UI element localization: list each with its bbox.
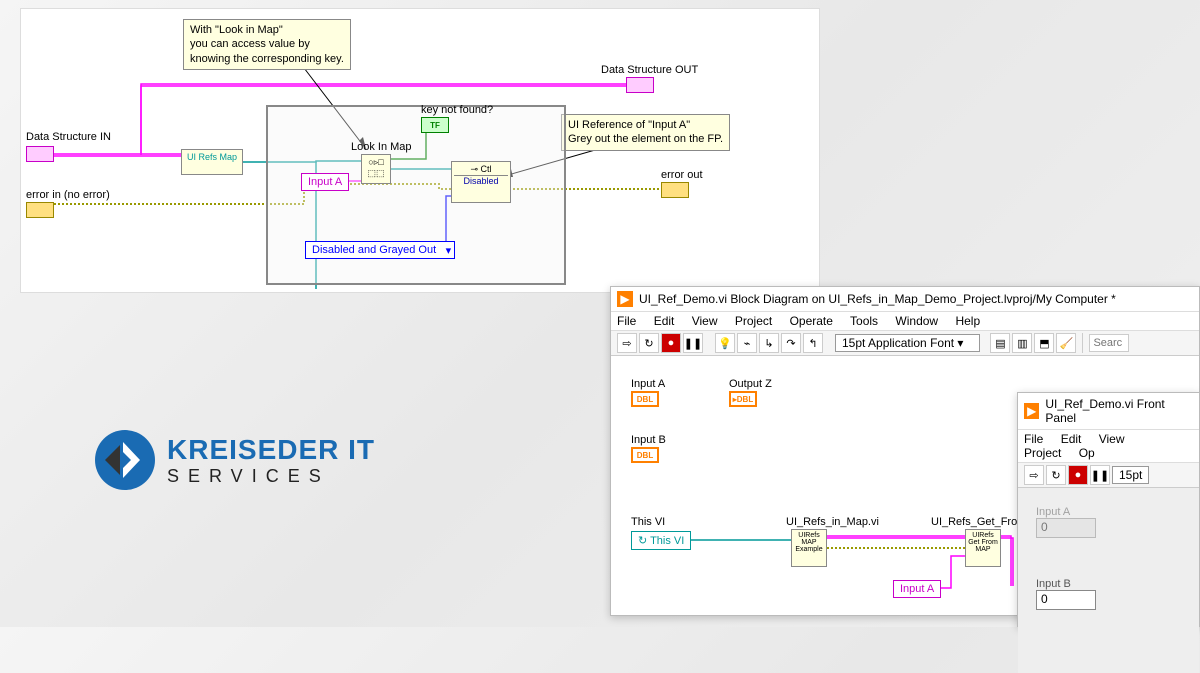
fp-label-input-a: Input A [1036,506,1096,518]
fp-menu-operate[interactable]: Op [1079,446,1095,460]
top-block-diagram: With "Look in Map" you can access value … [20,8,820,293]
menu-view[interactable]: View [692,314,718,328]
window-titlebar[interactable]: ▶ UI_Ref_Demo.vi Block Diagram on UI_Ref… [611,287,1199,312]
logo-subtitle: SERVICES [167,466,375,487]
terminal-data-structure-out [626,77,654,93]
front-panel-canvas[interactable]: Input A 0 Input B 0 [1018,488,1199,673]
menu-project[interactable]: Project [735,314,772,328]
font-selector[interactable]: 15pt Application Font ▾ [835,334,980,352]
cleanup-button[interactable]: 🧹 [1056,333,1076,353]
fp-label-input-b: Input B [1036,578,1096,590]
abort-button[interactable]: ● [661,333,681,353]
logo-title: KREISEDER IT [167,434,375,466]
menu-tools[interactable]: Tools [850,314,878,328]
label-input-b: Input B [631,434,666,446]
this-vi-ref: ↻ This VI [631,531,691,550]
label-output-z: Output Z [729,378,772,390]
look-in-map-node: ○▹□⬚⬚ [361,154,391,184]
fp-titlebar[interactable]: ▶ UI_Ref_Demo.vi Front Panel [1018,393,1199,430]
fp-menu-view[interactable]: View [1099,432,1125,446]
label-key-not-found: key not found? [421,104,493,116]
string-constant-input-a: Input A [301,173,349,191]
toolbar: ⇨ ↻ ● ❚❚ 💡 ⌁ ↳ ↷ ↰ 15pt Application Font… [611,331,1199,356]
enum-disabled-grayed-out: Disabled and Grayed Out ▾ [305,241,455,259]
distribute-button[interactable]: ▥ [1012,333,1032,353]
string-constant-input-a-2: Input A [893,580,941,598]
fp-run-cont-button[interactable]: ↻ [1046,465,1066,485]
label-vi1: UI_Refs_in_Map.vi [786,516,879,528]
fp-menu-edit[interactable]: Edit [1061,432,1082,446]
menu-operate[interactable]: Operate [790,314,833,328]
menu-window[interactable]: Window [895,314,938,328]
step-out-button[interactable]: ↰ [803,333,823,353]
terminal-error-out [661,182,689,198]
fp-run-button[interactable]: ⇨ [1024,465,1044,485]
fp-font-selector[interactable]: 15pt [1112,466,1149,484]
menu-file[interactable]: File [617,314,636,328]
run-continuously-button[interactable]: ↻ [639,333,659,353]
label-error-out: error out [661,169,703,181]
reorder-button[interactable]: ⬒ [1034,333,1054,353]
unbundle-ui-refs-map: UI Refs Map [181,149,243,175]
logo-icon [95,430,155,490]
terminal-input-b: DBL [631,447,659,463]
terminal-key-not-found: TF [421,117,449,133]
subvi-ui-refs-get-from-map[interactable]: UIRefs Get From MAP [965,529,1001,567]
highlight-exec-button[interactable]: 💡 [715,333,735,353]
terminal-error-in [26,202,54,218]
label-input-a: Input A [631,378,665,390]
retain-wire-button[interactable]: ⌁ [737,333,757,353]
label-data-structure-out: Data Structure OUT [601,64,698,76]
property-node-ctl: ⊸ Ctl Disabled [451,161,511,203]
label-data-structure-in: Data Structure IN [26,131,111,143]
note-ui-reference: UI Reference of "Input A" Grey out the e… [561,114,730,151]
step-into-button[interactable]: ↳ [759,333,779,353]
align-button[interactable]: ▤ [990,333,1010,353]
fp-input-b[interactable]: 0 [1036,590,1096,610]
fp-pause-button[interactable]: ❚❚ [1090,465,1110,485]
run-button[interactable]: ⇨ [617,333,637,353]
fp-title: UI_Ref_Demo.vi Front Panel [1045,397,1193,425]
front-panel-window: ▶ UI_Ref_Demo.vi Front Panel File Edit V… [1017,392,1200,627]
fp-toolbar: ⇨ ↻ ● ❚❚ 15pt [1018,463,1199,488]
labview-icon: ▶ [1024,403,1039,419]
pause-button[interactable]: ❚❚ [683,333,703,353]
search-input[interactable] [1089,334,1129,352]
fp-menu-file[interactable]: File [1024,432,1043,446]
label-look-in-map: Look In Map [351,141,412,153]
label-error-in: error in (no error) [26,189,110,201]
fp-menubar[interactable]: File Edit View Project Op [1018,430,1199,463]
subvi-ui-refs-in-map[interactable]: UIRefs MAP Example [791,529,827,567]
terminal-input-a: DBL [631,391,659,407]
menu-edit[interactable]: Edit [654,314,675,328]
menu-help[interactable]: Help [955,314,980,328]
terminal-output-z: ▸DBL [729,391,757,407]
terminal-data-structure-in [26,146,54,162]
window-title: UI_Ref_Demo.vi Block Diagram on UI_Refs_… [639,292,1116,306]
fp-menu-project[interactable]: Project [1024,446,1061,460]
kreiseder-logo: KREISEDER IT SERVICES [95,430,375,490]
menubar[interactable]: File Edit View Project Operate Tools Win… [611,312,1199,331]
step-over-button[interactable]: ↷ [781,333,801,353]
note-look-in-map: With "Look in Map" you can access value … [183,19,351,70]
fp-abort-button[interactable]: ● [1068,465,1088,485]
label-this-vi: This VI [631,516,665,528]
labview-icon: ▶ [617,291,633,307]
fp-input-a: 0 [1036,518,1096,538]
